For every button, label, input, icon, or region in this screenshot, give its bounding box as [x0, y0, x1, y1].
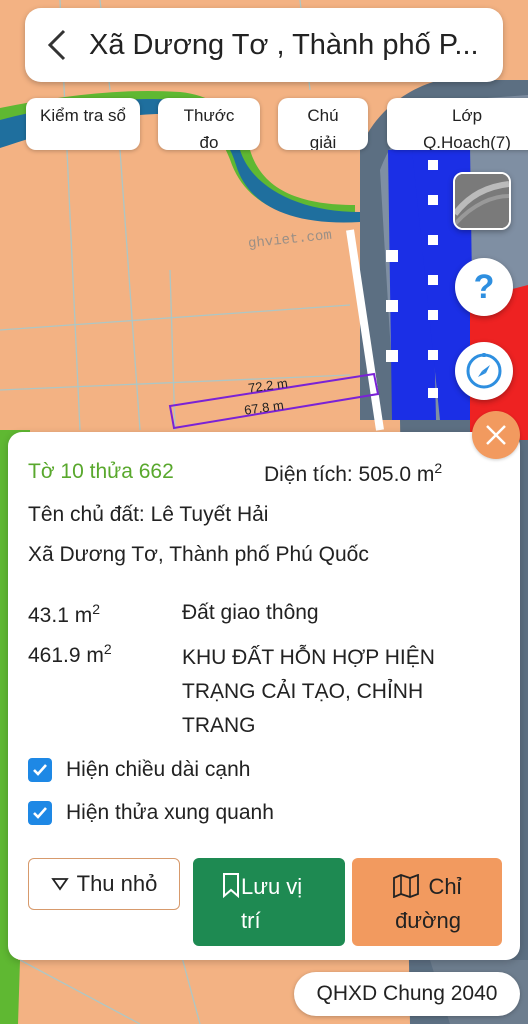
triangle-down-icon [50, 878, 69, 891]
area-unit-exponent: 2 [434, 460, 443, 476]
land-use-area-value: 461.9 m [28, 644, 104, 667]
planning-layer-button[interactable]: Lớp Q.Hoach(7) [387, 98, 528, 150]
close-button[interactable] [472, 411, 520, 459]
svg-text:?: ? [474, 268, 495, 306]
show-neighbors-checkbox[interactable] [28, 801, 52, 825]
show-edge-length-label[interactable]: Hiện chiều dài cạnh [66, 758, 250, 782]
help-button[interactable]: ? [455, 258, 513, 316]
satellite-thumbnail-icon [455, 174, 509, 228]
save-location-label: Lưu vị trí [241, 874, 303, 933]
show-edge-length-checkbox[interactable] [28, 758, 52, 782]
check-book-button[interactable]: Kiểm tra sổ [26, 98, 140, 150]
show-neighbors-label[interactable]: Hiện thửa xung quanh [66, 801, 274, 825]
page-title: Xã Dương Tơ , Thành phố P... [89, 28, 479, 61]
close-icon [486, 425, 506, 445]
directions-button[interactable]: Chỉ đường [352, 858, 502, 946]
ruler-button[interactable]: Thước đo [158, 98, 260, 150]
chevron-left-icon [47, 29, 66, 61]
check-icon [33, 764, 47, 776]
parcel-address: Xã Dương Tơ, Thành phố Phú Quốc [28, 543, 369, 566]
legend-button[interactable]: Chú giải [278, 98, 368, 150]
land-use-area-value: 43.1 m [28, 604, 93, 627]
save-location-button[interactable]: Lưu vị trí [193, 858, 345, 946]
plan-badge[interactable]: QHXD Chung 2040 [294, 972, 520, 1016]
back-button[interactable] [43, 27, 71, 63]
parcel-number: Tờ 10 thửa 662 [28, 460, 174, 483]
land-use-type: Đất giao thông [182, 601, 319, 624]
land-use-area: 461.9 m2 [28, 641, 112, 668]
compass-button[interactable] [455, 342, 513, 400]
area-unit-exponent: 2 [92, 601, 100, 617]
parcel-area-value: Diện tích: 505.0 m [264, 463, 435, 486]
collapse-label: Thu nhỏ [76, 871, 158, 896]
question-icon: ? [474, 268, 495, 306]
area-unit-exponent: 2 [103, 641, 112, 657]
land-use-type: KHU ĐẤT HỖN HỢP HIỆN TRẠNG CẢI TẠO, CHỈN… [182, 646, 435, 737]
satellite-layer-toggle[interactable] [453, 172, 511, 230]
parcel-area: Diện tích: 505.0 m2 [264, 460, 442, 487]
location-header: Xã Dương Tơ , Thành phố P... [25, 8, 503, 82]
land-use-area: 43.1 m2 [28, 601, 100, 628]
check-icon [33, 807, 47, 819]
compass-icon [466, 353, 502, 389]
map-icon [393, 874, 419, 898]
collapse-button[interactable]: Thu nhỏ [28, 858, 180, 910]
bookmark-icon [223, 873, 239, 898]
owner-name: Tên chủ đất: Lê Tuyết Hải [28, 503, 269, 526]
